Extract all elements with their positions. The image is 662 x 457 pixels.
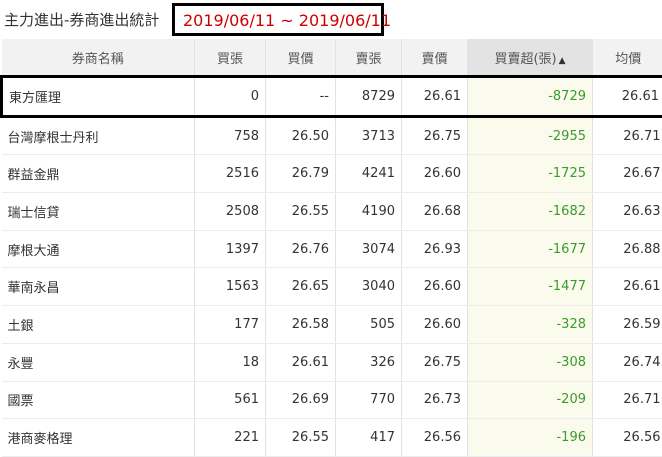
- header-buy-volume[interactable]: 買張: [195, 39, 266, 77]
- buy-volume-cell: 758: [195, 116, 266, 155]
- broker-table: 券商名稱 買張 買價 賣張 賣價 買賣超(張)▲ 均價 東方匯理0--87292…: [0, 39, 662, 457]
- buy-price-cell: --: [266, 77, 336, 117]
- net-cell: -196: [468, 419, 593, 457]
- buy-price-cell: 26.65: [266, 268, 336, 306]
- table-row[interactable]: 台灣摩根士丹利75826.50371326.75-295526.71: [2, 116, 662, 155]
- sell-volume-cell: 505: [336, 306, 402, 344]
- buy-price-cell: 26.55: [266, 193, 336, 231]
- header-sell-volume[interactable]: 賣張: [336, 39, 402, 77]
- buy-price-cell: 26.55: [266, 419, 336, 457]
- buy-volume-cell: 2508: [195, 193, 266, 231]
- avg-price-cell: 26.71: [593, 116, 662, 155]
- broker-cell[interactable]: 摩根大通: [2, 230, 195, 268]
- sell-volume-cell: 8729: [336, 77, 402, 117]
- broker-cell[interactable]: 國票: [2, 381, 195, 419]
- avg-price-cell: 26.61: [593, 268, 662, 306]
- buy-volume-cell: 18: [195, 343, 266, 381]
- buy-price-cell: 26.61: [266, 343, 336, 381]
- avg-price-cell: 26.71: [593, 381, 662, 419]
- net-cell: -2955: [468, 116, 593, 155]
- sell-price-cell: 26.56: [402, 419, 468, 457]
- sell-price-cell: 26.73: [402, 381, 468, 419]
- sell-volume-cell: 3713: [336, 116, 402, 155]
- net-cell: -8729: [468, 77, 593, 117]
- buy-volume-cell: 2516: [195, 155, 266, 193]
- date-range: 2019/06/11 ~ 2019/06/11: [183, 11, 391, 30]
- buy-volume-cell: 177: [195, 306, 266, 344]
- header-sell-price[interactable]: 賣價: [402, 39, 468, 77]
- buy-volume-cell: 1397: [195, 230, 266, 268]
- buy-volume-cell: 0: [195, 77, 266, 117]
- sell-price-cell: 26.60: [402, 155, 468, 193]
- table-row[interactable]: 群益金鼎251626.79424126.60-172526.67: [2, 155, 662, 193]
- table-row[interactable]: 瑞士信貸250826.55419026.68-168226.63: [2, 193, 662, 231]
- table-row[interactable]: 港商麥格理22126.5541726.56-19626.56: [2, 419, 662, 457]
- sell-volume-cell: 770: [336, 381, 402, 419]
- sell-price-cell: 26.93: [402, 230, 468, 268]
- buy-price-cell: 26.69: [266, 381, 336, 419]
- sell-price-cell: 26.68: [402, 193, 468, 231]
- table-row[interactable]: 東方匯理0--872926.61-872926.61: [2, 77, 662, 117]
- broker-cell[interactable]: 群益金鼎: [2, 155, 195, 193]
- buy-price-cell: 26.76: [266, 230, 336, 268]
- buy-price-cell: 26.79: [266, 155, 336, 193]
- table-row[interactable]: 永豐1826.6132626.75-30826.74: [2, 343, 662, 381]
- buy-volume-cell: 221: [195, 419, 266, 457]
- sell-volume-cell: 4241: [336, 155, 402, 193]
- header-net[interactable]: 買賣超(張)▲: [468, 39, 593, 77]
- table-row[interactable]: 華南永昌156326.65304026.60-147726.61: [2, 268, 662, 306]
- sell-price-cell: 26.75: [402, 343, 468, 381]
- net-cell: -1682: [468, 193, 593, 231]
- table-row[interactable]: 土銀17726.5850526.60-32826.59: [2, 306, 662, 344]
- sell-price-cell: 26.75: [402, 116, 468, 155]
- buy-volume-cell: 1563: [195, 268, 266, 306]
- header-broker[interactable]: 券商名稱: [2, 39, 195, 77]
- broker-cell[interactable]: 港商麥格理: [2, 419, 195, 457]
- sort-up-icon: ▲: [559, 56, 566, 66]
- avg-price-cell: 26.59: [593, 306, 662, 344]
- avg-price-cell: 26.74: [593, 343, 662, 381]
- table-row[interactable]: 摩根大通139726.76307426.93-167726.88: [2, 230, 662, 268]
- sell-price-cell: 26.61: [402, 77, 468, 117]
- net-cell: -308: [468, 343, 593, 381]
- net-cell: -1477: [468, 268, 593, 306]
- sell-volume-cell: 417: [336, 419, 402, 457]
- net-cell: -1725: [468, 155, 593, 193]
- net-cell: -328: [468, 306, 593, 344]
- buy-price-cell: 26.50: [266, 116, 336, 155]
- avg-price-cell: 26.63: [593, 193, 662, 231]
- header-avg-price[interactable]: 均價: [593, 39, 662, 77]
- net-cell: -209: [468, 381, 593, 419]
- page-title: 主力進出-券商進出統計: [4, 9, 174, 30]
- title-bar: 主力進出-券商進出統計 2019/06/11 ~ 2019/06/11: [0, 0, 662, 39]
- sell-price-cell: 26.60: [402, 306, 468, 344]
- broker-cell[interactable]: 土銀: [2, 306, 195, 344]
- header-net-label: 買賣超(張): [494, 52, 556, 67]
- avg-price-cell: 26.56: [593, 419, 662, 457]
- broker-cell[interactable]: 永豐: [2, 343, 195, 381]
- sell-volume-cell: 3040: [336, 268, 402, 306]
- broker-cell[interactable]: 華南永昌: [2, 268, 195, 306]
- avg-price-cell: 26.67: [593, 155, 662, 193]
- date-range-box[interactable]: 2019/06/11 ~ 2019/06/11: [172, 3, 384, 36]
- broker-cell[interactable]: 台灣摩根士丹利: [2, 116, 195, 155]
- buy-volume-cell: 561: [195, 381, 266, 419]
- avg-price-cell: 26.88: [593, 230, 662, 268]
- sell-price-cell: 26.60: [402, 268, 468, 306]
- header-buy-price[interactable]: 買價: [266, 39, 336, 77]
- table-row[interactable]: 國票56126.6977026.73-20926.71: [2, 381, 662, 419]
- avg-price-cell: 26.61: [593, 77, 662, 117]
- sell-volume-cell: 4190: [336, 193, 402, 231]
- sell-volume-cell: 3074: [336, 230, 402, 268]
- net-cell: -1677: [468, 230, 593, 268]
- table-header-row: 券商名稱 買張 買價 賣張 賣價 買賣超(張)▲ 均價: [2, 39, 662, 77]
- broker-cell[interactable]: 東方匯理: [2, 77, 195, 117]
- broker-cell[interactable]: 瑞士信貸: [2, 193, 195, 231]
- sell-volume-cell: 326: [336, 343, 402, 381]
- buy-price-cell: 26.58: [266, 306, 336, 344]
